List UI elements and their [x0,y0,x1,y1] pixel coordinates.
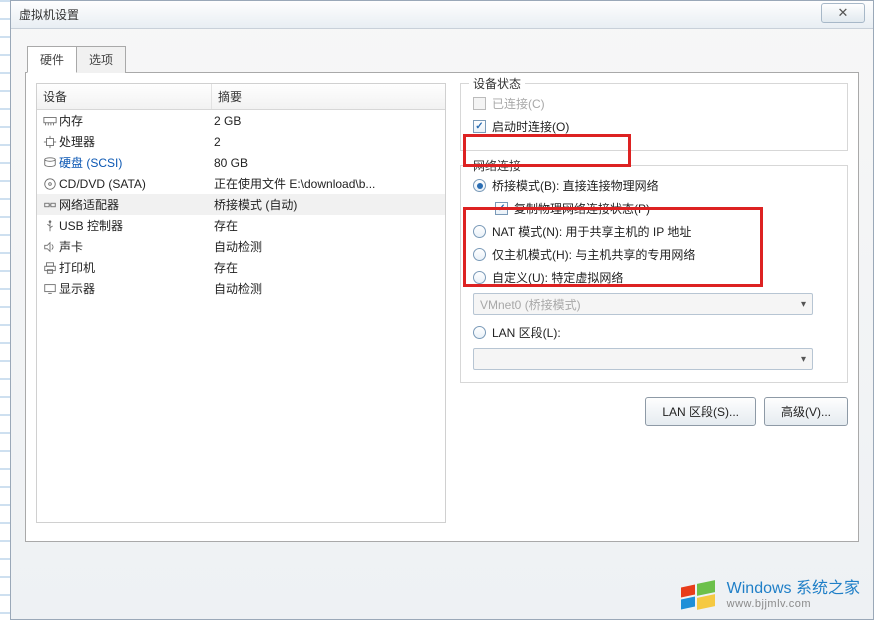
device-row[interactable]: 声卡自动检测 [37,236,445,257]
vm-settings-dialog: 虚拟机设置 ✕ 硬件 选项 设备 摘要 内存2 GB处理器2硬盘 (SCSI)8… [10,0,874,620]
cd-icon [41,177,59,191]
device-summary: 自动检测 [214,280,441,297]
device-name: 硬盘 (SCSI) [59,154,214,171]
device-summary: 80 GB [214,156,441,170]
device-row[interactable]: 网络适配器桥接模式 (自动) [37,194,445,215]
connected-checkbox: ✓ [473,97,486,110]
device-row[interactable]: 显示器自动检测 [37,278,445,299]
watermark-sub: www.bjjmlv.com [727,598,860,610]
connect-on-start-checkbox[interactable]: ✓ [473,120,486,133]
tab-panel-hardware: 设备 摘要 内存2 GB处理器2硬盘 (SCSI)80 GBCD/DVD (SA… [25,72,859,542]
col-header-device[interactable]: 设备 [37,84,212,109]
tab-hardware[interactable]: 硬件 [27,46,77,73]
device-name: USB 控制器 [59,217,214,234]
device-name: 声卡 [59,238,214,255]
device-state-group: 设备状态 ✓ 已连接(C) ✓ 启动时连接(O) [460,83,848,151]
lan-segments-button[interactable]: LAN 区段(S)... [645,397,756,426]
device-summary: 2 [214,135,441,149]
nat-label: NAT 模式(N): 用于共享主机的 IP 地址 [492,223,691,240]
custom-label: 自定义(U): 特定虚拟网络 [492,269,623,286]
device-name: CD/DVD (SATA) [59,177,214,191]
nat-radio[interactable] [473,225,486,238]
network-connection-group: 网络连接 桥接模式(B): 直接连接物理网络 ✓ 复制物理网络连接状态(P) N… [460,165,848,383]
cpu-icon [41,135,59,149]
device-list-header: 设备 摘要 [37,84,445,110]
tab-options[interactable]: 选项 [76,46,126,73]
replicate-checkbox[interactable]: ✓ [495,202,508,215]
device-summary: 2 GB [214,114,441,128]
close-button[interactable]: ✕ [821,3,865,23]
bridged-radio[interactable] [473,179,486,192]
sound-icon [41,240,59,254]
window-title: 虚拟机设置 [19,6,79,23]
connected-label: 已连接(C) [492,95,545,112]
lan-segment-select: ▾ [473,348,813,370]
device-row[interactable]: CD/DVD (SATA)正在使用文件 E:\download\b... [37,173,445,194]
chevron-down-icon: ▾ [801,299,806,310]
watermark: Windows 系统之家 www.bjjmlv.com [681,578,860,612]
memory-icon [41,114,59,128]
device-row[interactable]: 打印机存在 [37,257,445,278]
display-icon [41,282,59,296]
lan-segment-label: LAN 区段(L): [492,324,561,341]
custom-radio[interactable] [473,271,486,284]
replicate-label: 复制物理网络连接状态(P) [514,200,650,217]
custom-network-value: VMnet0 (桥接模式) [480,296,581,313]
tabs: 硬件 选项 [27,45,859,72]
device-row[interactable]: 硬盘 (SCSI)80 GB [37,152,445,173]
device-summary: 存在 [214,217,441,234]
device-name: 网络适配器 [59,196,214,213]
device-summary: 正在使用文件 E:\download\b... [214,175,441,192]
device-summary: 存在 [214,259,441,276]
device-row[interactable]: USB 控制器存在 [37,215,445,236]
device-name: 内存 [59,112,214,129]
connect-on-start-label: 启动时连接(O) [492,118,569,135]
device-summary: 桥接模式 (自动) [214,196,441,213]
advanced-button[interactable]: 高级(V)... [764,397,848,426]
chevron-down-icon: ▾ [801,354,806,365]
button-row: LAN 区段(S)... 高级(V)... [460,397,848,426]
network-legend: 网络连接 [469,157,525,174]
lan-segment-radio[interactable] [473,326,486,339]
hostonly-radio[interactable] [473,248,486,261]
bridged-label: 桥接模式(B): 直接连接物理网络 [492,177,659,194]
hostonly-label: 仅主机模式(H): 与主机共享的专用网络 [492,246,695,263]
device-state-legend: 设备状态 [469,75,525,92]
device-row[interactable]: 处理器2 [37,131,445,152]
device-row[interactable]: 内存2 GB [37,110,445,131]
disk-icon [41,156,59,170]
net-icon [41,198,59,212]
device-name: 打印机 [59,259,214,276]
device-name: 显示器 [59,280,214,297]
windows-logo-icon [681,578,719,612]
watermark-main: Windows 系统之家 [727,580,860,598]
close-icon: ✕ [838,5,849,21]
titlebar: 虚拟机设置 ✕ [11,1,873,29]
device-name: 处理器 [59,133,214,150]
custom-network-select: VMnet0 (桥接模式) ▾ [473,293,813,315]
usb-icon [41,219,59,233]
printer-icon [41,261,59,275]
col-header-summary[interactable]: 摘要 [212,84,445,109]
device-summary: 自动检测 [214,238,441,255]
device-list: 设备 摘要 内存2 GB处理器2硬盘 (SCSI)80 GBCD/DVD (SA… [36,83,446,523]
